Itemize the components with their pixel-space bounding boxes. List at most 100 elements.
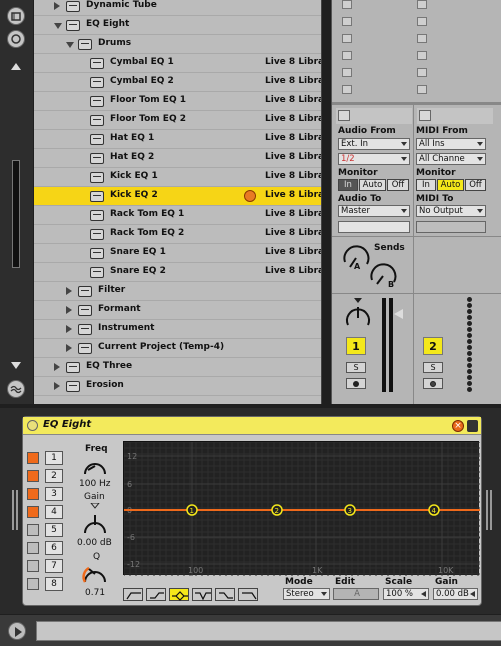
- hot-swap-icon[interactable]: [7, 30, 25, 48]
- clip-slot-stop-button[interactable]: [342, 85, 352, 94]
- band-on-toggle[interactable]: [27, 452, 39, 464]
- disclosure-collapsed-icon[interactable]: [66, 287, 72, 295]
- audio-input-channel-select[interactable]: 1/2: [338, 153, 410, 165]
- audio-from-select[interactable]: Ext. In: [338, 138, 410, 150]
- volume-fader-track[interactable]: [382, 298, 386, 392]
- band-select-button[interactable]: 4: [45, 505, 63, 519]
- browser-row[interactable]: Drums: [34, 35, 321, 54]
- monitor-in-button[interactable]: In: [338, 179, 358, 191]
- browser-row[interactable]: Snare EQ 2 Live 8 Libra: [34, 263, 321, 282]
- track-1-activator[interactable]: 1: [346, 337, 366, 355]
- notch-filter-icon[interactable]: [192, 588, 212, 601]
- track-1-solo-button[interactable]: S: [346, 362, 366, 373]
- scroll-down-icon[interactable]: [11, 362, 21, 369]
- band-on-toggle[interactable]: [27, 506, 39, 518]
- device-left-handle[interactable]: [12, 490, 18, 530]
- gain-knob[interactable]: [81, 503, 109, 537]
- volume-fader-handle-icon[interactable]: [394, 309, 403, 319]
- clip-slot-stop-button[interactable]: [417, 68, 427, 77]
- close-icon[interactable]: ×: [452, 420, 464, 432]
- midi-monitor-auto-button[interactable]: Auto: [437, 179, 464, 191]
- track-2-activator[interactable]: 2: [423, 337, 443, 355]
- scale-field[interactable]: 100 %: [383, 588, 429, 600]
- audio-to-select[interactable]: Master: [338, 205, 410, 217]
- eq-curve-svg[interactable]: 1260-6-121001K10K1234: [123, 441, 480, 576]
- browser-scrollbar-thumb[interactable]: [12, 160, 20, 268]
- browser-row[interactable]: Floor Tom EQ 1 Live 8 Libra: [34, 92, 321, 111]
- pan-knob[interactable]: [342, 298, 376, 332]
- low-cut-48-filter-icon[interactable]: [123, 588, 143, 601]
- gain-value[interactable]: 0.00 dB: [77, 538, 112, 548]
- browser-row[interactable]: Filter: [34, 282, 321, 301]
- browser-row[interactable]: Rack Tom EQ 1 Live 8 Libra: [34, 206, 321, 225]
- scroll-up-icon[interactable]: [11, 63, 21, 70]
- disclosure-collapsed-icon[interactable]: [66, 344, 72, 352]
- clip-slot-stop-button[interactable]: [342, 51, 352, 60]
- output-gain-field[interactable]: 0.00 dB: [433, 588, 478, 600]
- band-on-toggle[interactable]: [27, 524, 39, 536]
- band-select-button[interactable]: 7: [45, 559, 63, 573]
- band-marker[interactable]: 2: [271, 504, 283, 516]
- play-icon[interactable]: [8, 622, 26, 640]
- eq-curve-display[interactable]: 1260-6-121001K10K1234: [123, 441, 480, 576]
- clip-slot-stop-button[interactable]: [417, 51, 427, 60]
- band-select-button[interactable]: 3: [45, 487, 63, 501]
- monitor-auto-button[interactable]: Auto: [359, 179, 386, 191]
- q-value[interactable]: 0.71: [85, 588, 105, 598]
- browser-row[interactable]: Erosion: [34, 377, 321, 396]
- browser-row[interactable]: Floor Tom EQ 2 Live 8 Libra: [34, 111, 321, 130]
- browser-row[interactable]: Cymbal EQ 2 Live 8 Libra: [34, 73, 321, 92]
- clip-slot-stop-button[interactable]: [417, 34, 427, 43]
- high-shelf-filter-icon[interactable]: [215, 588, 235, 601]
- band-on-toggle[interactable]: [27, 560, 39, 572]
- freq-knob[interactable]: [81, 454, 109, 478]
- midi-channel-select[interactable]: All Channe: [416, 153, 486, 165]
- band-select-button[interactable]: 2: [45, 469, 63, 483]
- clip-slot-stop-button[interactable]: [417, 17, 427, 26]
- disclosure-collapsed-icon[interactable]: [54, 363, 60, 371]
- disclosure-collapsed-icon[interactable]: [54, 2, 60, 10]
- band-select-button[interactable]: 1: [45, 451, 63, 465]
- disclosure-collapsed-icon[interactable]: [66, 325, 72, 333]
- band-select-button[interactable]: 6: [45, 541, 63, 555]
- band-on-toggle[interactable]: [27, 578, 39, 590]
- track-1-arm-box[interactable]: [338, 110, 350, 121]
- audio-to-channel-select[interactable]: [338, 221, 410, 233]
- hot-swap-target-icon[interactable]: [244, 190, 256, 202]
- clip-slot-stop-button[interactable]: [417, 0, 427, 9]
- monitor-off-button[interactable]: Off: [387, 179, 409, 191]
- browser-row[interactable]: Dynamic Tube: [34, 0, 321, 16]
- midi-to-channel-select[interactable]: [416, 221, 486, 233]
- band-select-button[interactable]: 5: [45, 523, 63, 537]
- browser-wave-icon[interactable]: [7, 380, 25, 398]
- bell-filter-icon[interactable]: [169, 588, 189, 601]
- clip-slot-stop-button[interactable]: [342, 0, 352, 9]
- band-marker[interactable]: 3: [344, 504, 356, 516]
- midi-monitor-off-button[interactable]: Off: [465, 179, 486, 191]
- band-on-toggle[interactable]: [27, 542, 39, 554]
- band-marker[interactable]: 4: [428, 504, 440, 516]
- midi-monitor-in-button[interactable]: In: [416, 179, 436, 191]
- browser-row[interactable]: Formant: [34, 301, 321, 320]
- device-power-icon[interactable]: [27, 420, 38, 431]
- mode-select[interactable]: Stereo: [283, 588, 330, 600]
- browser-row[interactable]: Kick EQ 2 Live 8 Libra: [34, 187, 321, 206]
- clip-slot-stop-button[interactable]: [342, 34, 352, 43]
- browser-row[interactable]: Instrument: [34, 320, 321, 339]
- file-browser-icon[interactable]: [7, 7, 25, 25]
- disclosure-collapsed-icon[interactable]: [66, 306, 72, 314]
- high-cut-filter-icon[interactable]: [238, 588, 258, 601]
- edit-a-button[interactable]: A: [333, 588, 379, 600]
- freq-value[interactable]: 100 Hz: [79, 479, 111, 489]
- track-2-arm-box[interactable]: [419, 110, 431, 121]
- disclosure-expanded-icon[interactable]: [66, 42, 74, 48]
- browser-row[interactable]: EQ Three: [34, 358, 321, 377]
- low-shelf-filter-icon[interactable]: [146, 588, 166, 601]
- browser-row[interactable]: Kick EQ 1 Live 8 Libra: [34, 168, 321, 187]
- send-knobs[interactable]: [340, 242, 410, 290]
- disclosure-expanded-icon[interactable]: [54, 23, 62, 29]
- save-preset-icon[interactable]: [467, 420, 478, 432]
- track-2-solo-button[interactable]: S: [423, 362, 443, 373]
- band-on-toggle[interactable]: [27, 488, 39, 500]
- browser-row[interactable]: Hat EQ 2 Live 8 Libra: [34, 149, 321, 168]
